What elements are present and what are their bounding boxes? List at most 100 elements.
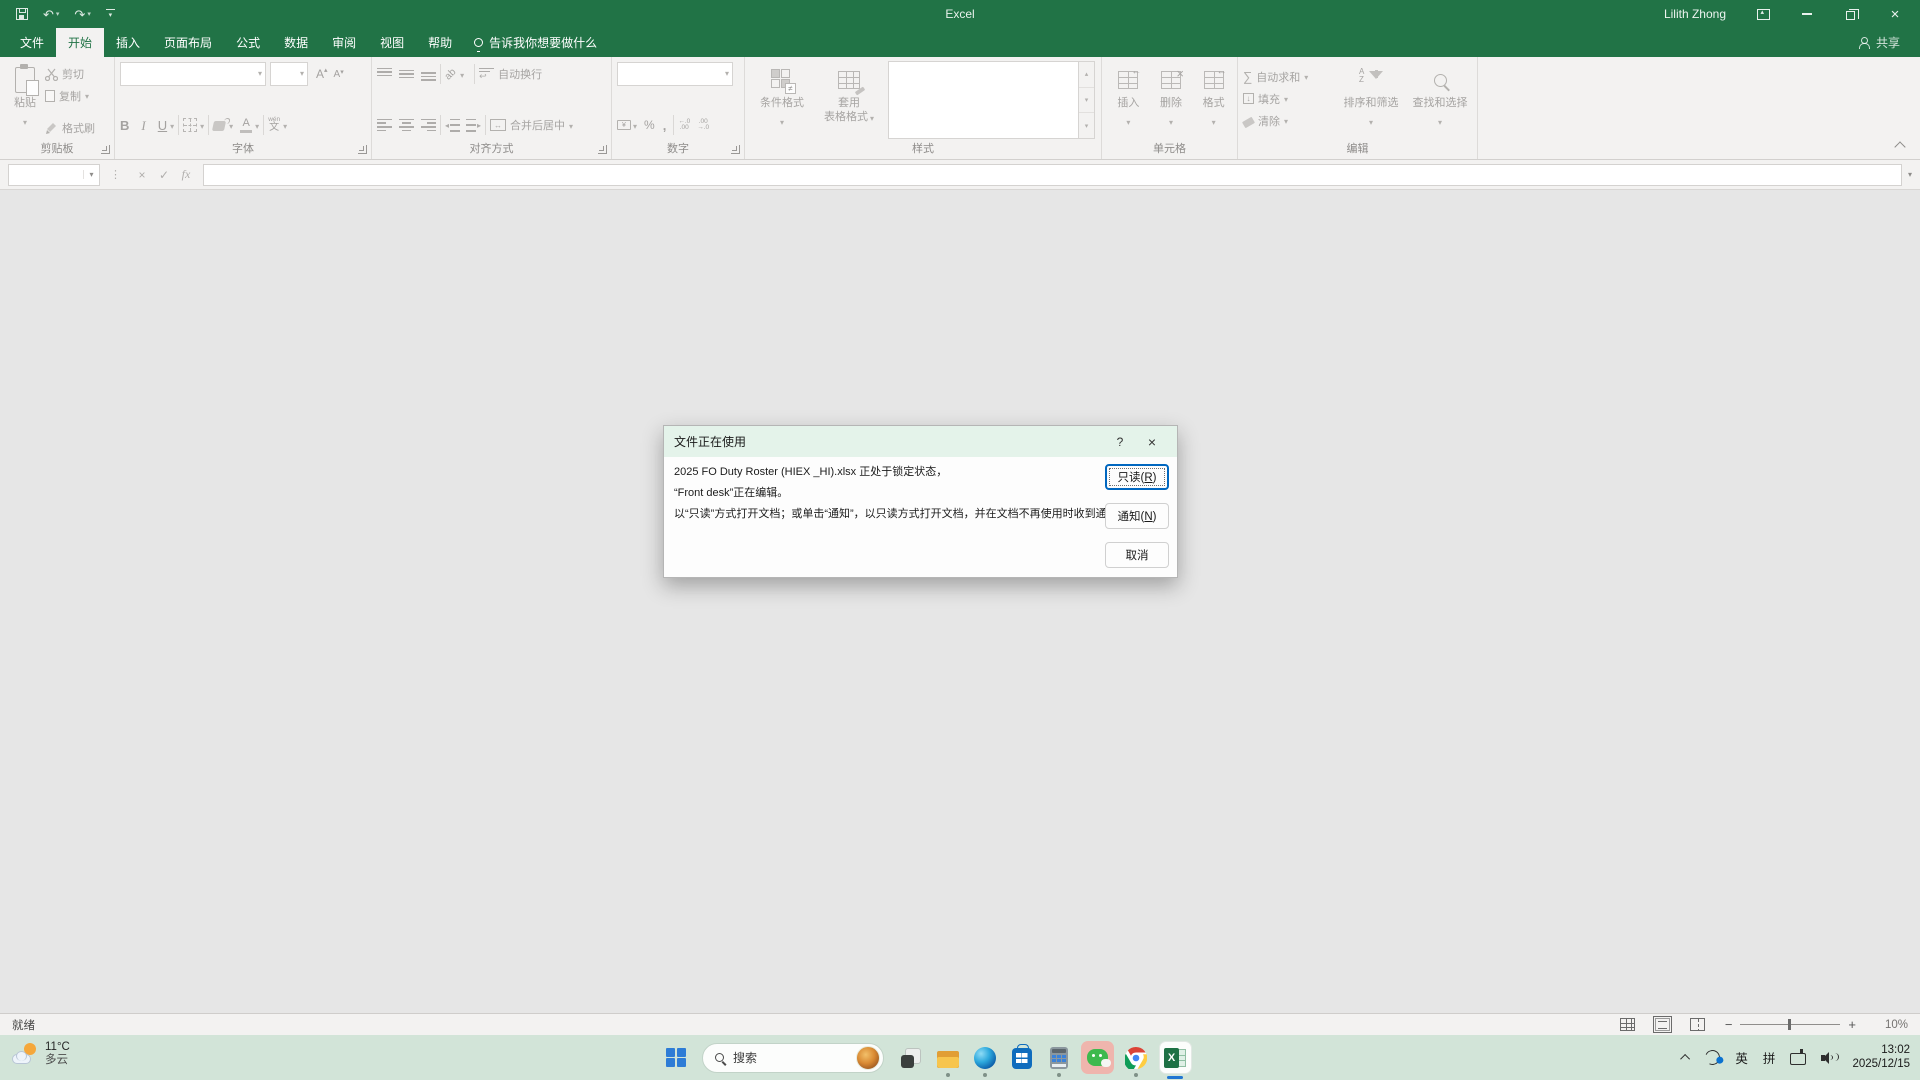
excel-button[interactable]: X [1154, 1035, 1196, 1080]
notify-button[interactable]: 通知(N) [1105, 503, 1169, 529]
fill-color-icon[interactable] [212, 121, 226, 131]
align-middle-icon[interactable] [399, 68, 414, 81]
orientation-icon[interactable]: ab [443, 66, 459, 82]
cancel-button[interactable]: 取消 [1105, 542, 1169, 568]
format-dropdown-icon[interactable] [1212, 112, 1216, 130]
insert-dropdown-icon[interactable] [1126, 112, 1130, 130]
store-button[interactable] [1003, 1035, 1040, 1080]
comma-button[interactable]: , [663, 119, 667, 132]
copy-button[interactable]: 复制 [45, 85, 95, 107]
view-page-break-button[interactable] [1690, 1018, 1705, 1031]
formula-bar-splitter[interactable]: ⋮ [110, 168, 121, 181]
search-box[interactable]: 搜索 [702, 1043, 884, 1073]
alignment-launcher[interactable] [598, 145, 607, 154]
font-color-dropdown-icon[interactable] [255, 116, 259, 134]
copy-dropdown-icon[interactable] [85, 90, 89, 102]
merge-center-label[interactable]: 合并后居中 [510, 117, 565, 133]
file-explorer-button[interactable] [929, 1035, 966, 1080]
name-box[interactable]: ▾ [8, 164, 100, 186]
customize-qat-button[interactable]: ▾ [106, 9, 115, 19]
view-page-layout-button[interactable] [1655, 1018, 1670, 1031]
zoom-out-button[interactable]: − [1725, 1018, 1733, 1031]
zoom-slider[interactable] [1740, 1024, 1840, 1025]
expand-formula-bar-icon[interactable]: ▾ [1908, 170, 1912, 179]
autosum-button[interactable]: ∑ 自动求和 [1243, 66, 1337, 87]
tab-data[interactable]: 数据 [272, 28, 320, 57]
align-right-icon[interactable] [421, 119, 436, 132]
formula-input[interactable] [203, 164, 1902, 186]
increase-font-button[interactable]: A▴ [316, 67, 328, 81]
cell-styles-gallery[interactable]: ▴ ▾ ▾ [888, 61, 1095, 139]
user-name[interactable]: Lilith Zhong [1664, 7, 1726, 21]
formula-enter-button[interactable]: ✓ [153, 168, 175, 182]
clear-dropdown-icon[interactable] [1284, 115, 1288, 127]
format-table-dropdown-icon[interactable] [870, 112, 874, 125]
name-box-dropdown-icon[interactable]: ▾ [83, 170, 99, 179]
wrap-text-icon[interactable]: ↩ [479, 68, 494, 81]
save-button[interactable] [16, 8, 28, 20]
insert-cells-button[interactable]: ← 插入 [1108, 61, 1148, 139]
conditional-formatting-button[interactable]: ≠ 条件格式 [750, 61, 814, 139]
redo-button[interactable]: ↷▾ [74, 8, 90, 21]
borders-dropdown-icon[interactable] [200, 116, 204, 134]
chrome-button[interactable] [1117, 1035, 1154, 1080]
italic-button[interactable]: I [141, 119, 145, 132]
share-button[interactable]: 共享 [1858, 28, 1920, 57]
paste-dropdown-icon[interactable] [23, 112, 27, 130]
weather-widget[interactable]: 11°C多云 [12, 1041, 70, 1067]
find-select-button[interactable]: 查找和选择 [1405, 61, 1475, 139]
font-launcher[interactable] [358, 145, 367, 154]
tab-insert[interactable]: 插入 [104, 28, 152, 57]
orientation-dropdown-icon[interactable] [460, 65, 464, 83]
align-bottom-icon[interactable] [421, 68, 436, 81]
align-top-icon[interactable] [377, 68, 392, 81]
sync-status-icon[interactable] [1703, 1048, 1722, 1067]
phonetic-dropdown-icon[interactable] [283, 116, 287, 134]
font-color-button[interactable]: A [240, 118, 252, 133]
clear-button[interactable]: 清除 [1243, 110, 1337, 131]
tray-expand-icon[interactable] [1681, 1054, 1691, 1064]
conditional-dropdown-icon[interactable] [780, 112, 784, 130]
increase-decimal-button[interactable]: ←.0.00 [678, 119, 690, 132]
paste-button[interactable]: 粘贴 [5, 61, 45, 139]
tab-file[interactable]: 文件 [8, 28, 56, 57]
sort-filter-dropdown-icon[interactable] [1369, 112, 1373, 130]
autosum-dropdown-icon[interactable] [1304, 71, 1308, 83]
accounting-format-icon[interactable]: ¥ [617, 120, 631, 130]
cut-button[interactable]: 剪切 [45, 63, 95, 85]
gallery-down-button[interactable]: ▾ [1079, 88, 1094, 114]
underline-dropdown-icon[interactable] [170, 116, 174, 134]
zoom-slider-thumb[interactable] [1788, 1019, 1791, 1030]
wrap-text-label[interactable]: 自动换行 [498, 66, 542, 82]
merge-center-icon[interactable]: ↔ [490, 119, 506, 131]
zoom-in-button[interactable]: + [1848, 1018, 1856, 1031]
accounting-dropdown-icon[interactable] [633, 116, 637, 134]
tab-view[interactable]: 视图 [368, 28, 416, 57]
merge-dropdown-icon[interactable] [569, 116, 573, 134]
formula-cancel-button[interactable]: × [131, 168, 153, 182]
cell-styles-gallery-box[interactable] [888, 61, 1078, 139]
close-button[interactable]: × [1888, 7, 1902, 21]
number-launcher[interactable] [731, 145, 740, 154]
edge-button[interactable] [966, 1035, 1003, 1080]
search-highlight-ball[interactable] [856, 1046, 880, 1070]
find-select-dropdown-icon[interactable] [1438, 112, 1442, 130]
zoom-level[interactable]: 10% [1876, 1019, 1908, 1031]
gallery-more-button[interactable]: ▾ [1079, 113, 1094, 138]
dialog-help-button[interactable]: ? [1111, 435, 1129, 449]
redo-dropdown-icon[interactable]: ▾ [87, 11, 91, 18]
tab-review[interactable]: 审阅 [320, 28, 368, 57]
ime-english-indicator[interactable]: 英 [1735, 1048, 1748, 1067]
font-name-combo[interactable] [120, 62, 266, 86]
number-format-combo[interactable] [617, 62, 733, 86]
format-painter-button[interactable]: 格式刷 [45, 117, 95, 139]
percent-button[interactable]: % [644, 119, 655, 131]
gallery-up-button[interactable]: ▴ [1079, 62, 1094, 88]
bold-button[interactable]: B [120, 119, 129, 132]
ribbon-display-options-button[interactable] [1756, 7, 1770, 21]
decrease-indent-icon[interactable]: ◂ [445, 119, 460, 132]
tell-me-box[interactable]: 告诉我你想要做什么 [464, 28, 607, 57]
underline-button[interactable]: U [158, 119, 167, 132]
dialog-close-button[interactable]: × [1143, 434, 1161, 450]
minimize-button[interactable] [1800, 7, 1814, 21]
